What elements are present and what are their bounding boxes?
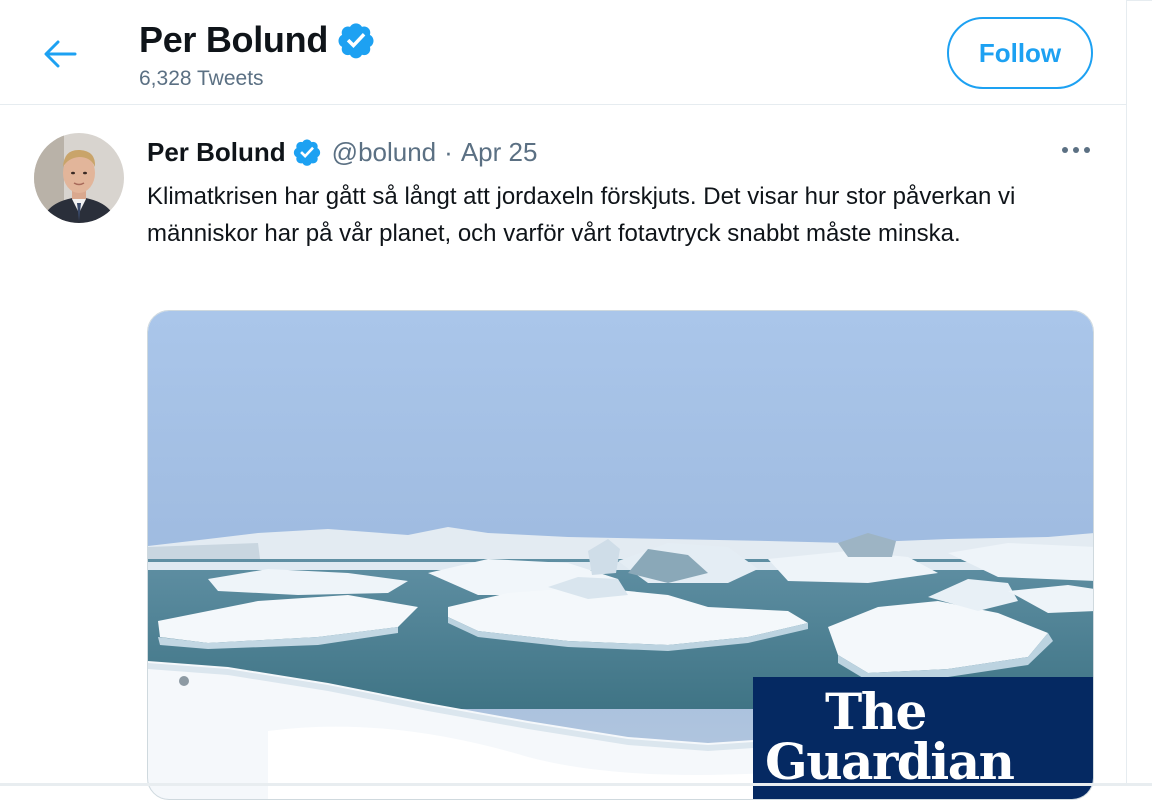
profile-header: Per Bolund 6,328 Tweets Follow xyxy=(0,1,1126,105)
tweet-count: 6,328 Tweets xyxy=(139,67,264,90)
timeline-column: Per Bolund 6,328 Tweets Follow Per Bolun… xyxy=(0,0,1127,800)
back-button[interactable] xyxy=(34,31,86,77)
avatar-photo xyxy=(34,133,124,223)
tweet-media-card[interactable]: The Guardian xyxy=(147,310,1094,800)
tweet-text: Klimatkrisen har gått så långt att jorda… xyxy=(147,183,1016,247)
tweet-date[interactable]: Apr 25 xyxy=(461,137,538,168)
avatar[interactable] xyxy=(34,133,124,223)
more-horizontal-icon xyxy=(1062,147,1090,153)
verified-badge-icon xyxy=(293,139,320,166)
profile-name: Per Bolund xyxy=(139,19,329,60)
more-options-button[interactable] xyxy=(1052,132,1100,168)
author-handle[interactable]: @bolund xyxy=(332,137,436,168)
verified-badge-icon xyxy=(338,23,374,59)
tweet-header: Per Bolund @bolund · Apr 25 xyxy=(147,134,537,170)
arrow-left-icon xyxy=(44,40,77,68)
follow-button[interactable]: Follow xyxy=(947,17,1093,89)
separator-dot: · xyxy=(444,136,453,167)
logo-line-guardian: Guardian xyxy=(765,732,1015,791)
logo-line-the: The xyxy=(825,682,927,741)
author-name[interactable]: Per Bolund xyxy=(147,137,286,168)
guardian-logo: The Guardian xyxy=(753,677,1093,799)
page-title: Per Bolund xyxy=(139,19,376,61)
